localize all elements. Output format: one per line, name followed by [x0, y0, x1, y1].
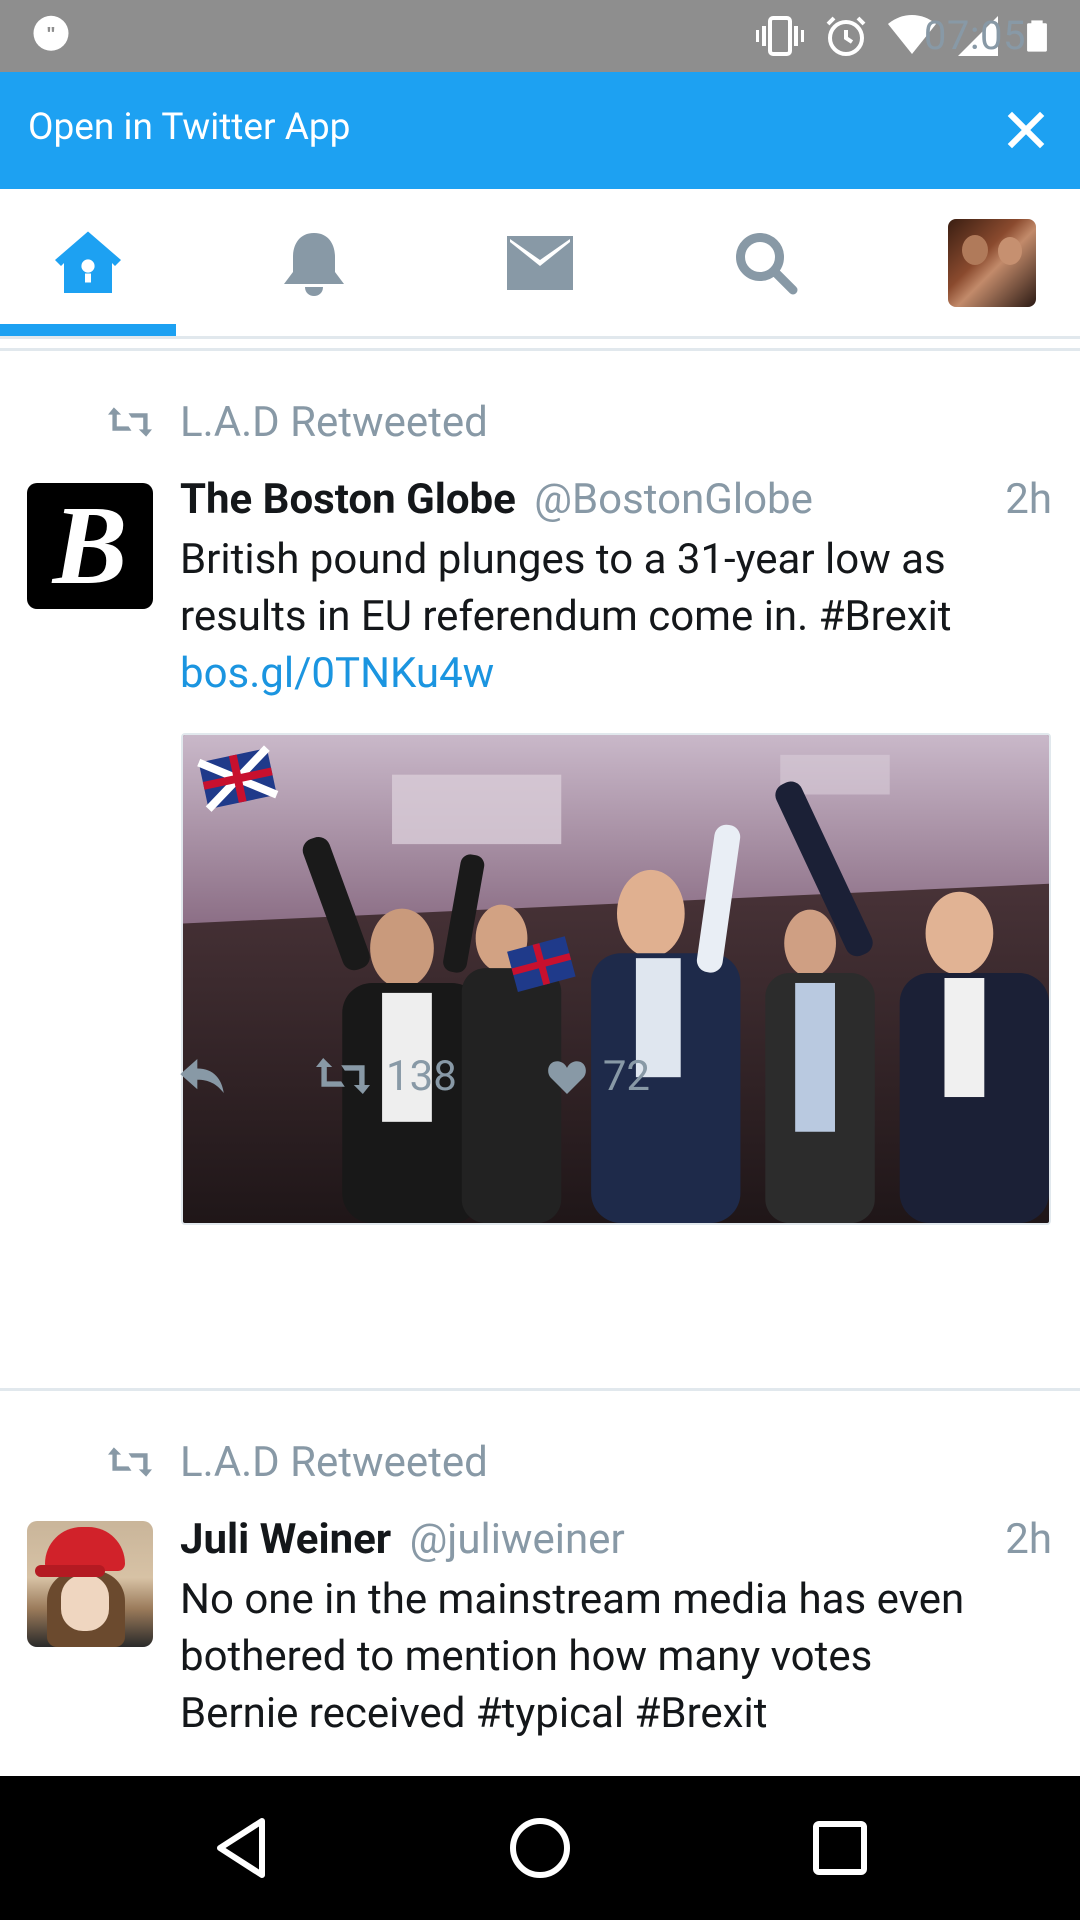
tab-notifications[interactable]	[226, 189, 402, 336]
tweet-text-line: results in EU referendum come in. #Brexi…	[180, 592, 952, 641]
tweet-header: Juli Weiner @juliweiner	[180, 1515, 625, 1565]
tab-profile[interactable]	[904, 189, 1080, 336]
clock-time: 07:05	[923, 12, 1026, 59]
retweet-context: L.A.D Retweeted	[108, 1437, 488, 1487]
tweet-text-line: bothered to mention how many votes	[180, 1632, 873, 1681]
tweet-link[interactable]: bos.gl/0TNKu4w	[180, 645, 1050, 702]
system-nav-bar	[0, 1776, 1080, 1920]
tab-search[interactable]	[678, 189, 854, 336]
retweet-button[interactable]: 138	[316, 1052, 457, 1101]
retweet-small-icon	[108, 407, 152, 437]
tweet-card[interactable]: L.A.D Retweeted B The Boston Globe @Bost…	[0, 351, 1080, 1388]
tweet-time: 2h	[1005, 475, 1052, 524]
retweet-count: 138	[386, 1051, 457, 1101]
heart-icon	[547, 1061, 586, 1094]
alarm-icon	[826, 16, 866, 56]
retweeted-by-label: L.A.D Retweeted	[180, 1437, 488, 1487]
open-in-app-label[interactable]: Open in Twitter App	[28, 106, 350, 149]
tweet-actions: 138 72	[180, 1046, 650, 1106]
retweet-small-icon	[108, 1447, 152, 1477]
tweet-text-line: British pound plunges to a 31-year low a…	[180, 535, 946, 584]
reply-button[interactable]	[180, 1059, 226, 1093]
author-name[interactable]: The Boston Globe	[180, 475, 516, 524]
open-in-app-banner[interactable]: Open in Twitter App	[0, 72, 1080, 189]
bell-icon	[284, 232, 344, 296]
author-handle[interactable]: @BostonGlobe	[534, 475, 813, 524]
tab-home[interactable]	[0, 189, 176, 336]
tweet-header: The Boston Globe @BostonGlobe	[180, 475, 813, 525]
tab-messages[interactable]	[452, 189, 628, 336]
avatar[interactable]: B	[27, 483, 153, 609]
tweet-photo[interactable]	[181, 733, 1051, 1225]
tweet-text-line: No one in the mainstream media has even	[180, 1575, 965, 1624]
like-count: 72	[602, 1051, 651, 1101]
author-name[interactable]: Juli Weiner	[180, 1515, 391, 1564]
retweeted-by-label: L.A.D Retweeted	[180, 397, 488, 447]
recents-icon[interactable]	[804, 1812, 876, 1884]
back-icon[interactable]	[205, 1812, 277, 1884]
active-tab-indicator	[0, 324, 176, 336]
tweet-text: British pound plunges to a 31-year low a…	[180, 531, 1050, 702]
search-icon	[736, 232, 798, 294]
retweet-context: L.A.D Retweeted	[108, 397, 488, 447]
tweet-time: 2h	[1005, 1515, 1052, 1564]
hangouts-icon: "	[33, 15, 69, 51]
status-bar: " 07:05	[0, 0, 1080, 72]
reply-icon	[180, 1059, 224, 1093]
retweet-icon	[316, 1058, 370, 1094]
envelope-icon	[507, 235, 573, 290]
tweet-card[interactable]: L.A.D Retweeted Juli Weiner @juliweiner …	[0, 1391, 1080, 1776]
tab-navigation	[0, 189, 1080, 339]
home-icon	[55, 231, 121, 293]
like-button[interactable]: 72	[547, 1052, 650, 1101]
tweet-text: No one in the mainstream media has even …	[180, 1571, 1050, 1742]
profile-avatar	[948, 218, 1036, 307]
tweet-text-line: Bernie received #typical #Brexit	[180, 1689, 768, 1738]
celebration-photo	[183, 735, 1049, 1223]
home-circle-icon[interactable]	[504, 1812, 576, 1884]
close-icon[interactable]	[998, 102, 1054, 158]
vibrate-icon	[756, 16, 804, 56]
boston-globe-logo: B	[52, 484, 128, 608]
author-handle[interactable]: @juliweiner	[410, 1515, 625, 1564]
avatar[interactable]	[27, 1521, 153, 1647]
svg-text:": "	[46, 24, 55, 45]
